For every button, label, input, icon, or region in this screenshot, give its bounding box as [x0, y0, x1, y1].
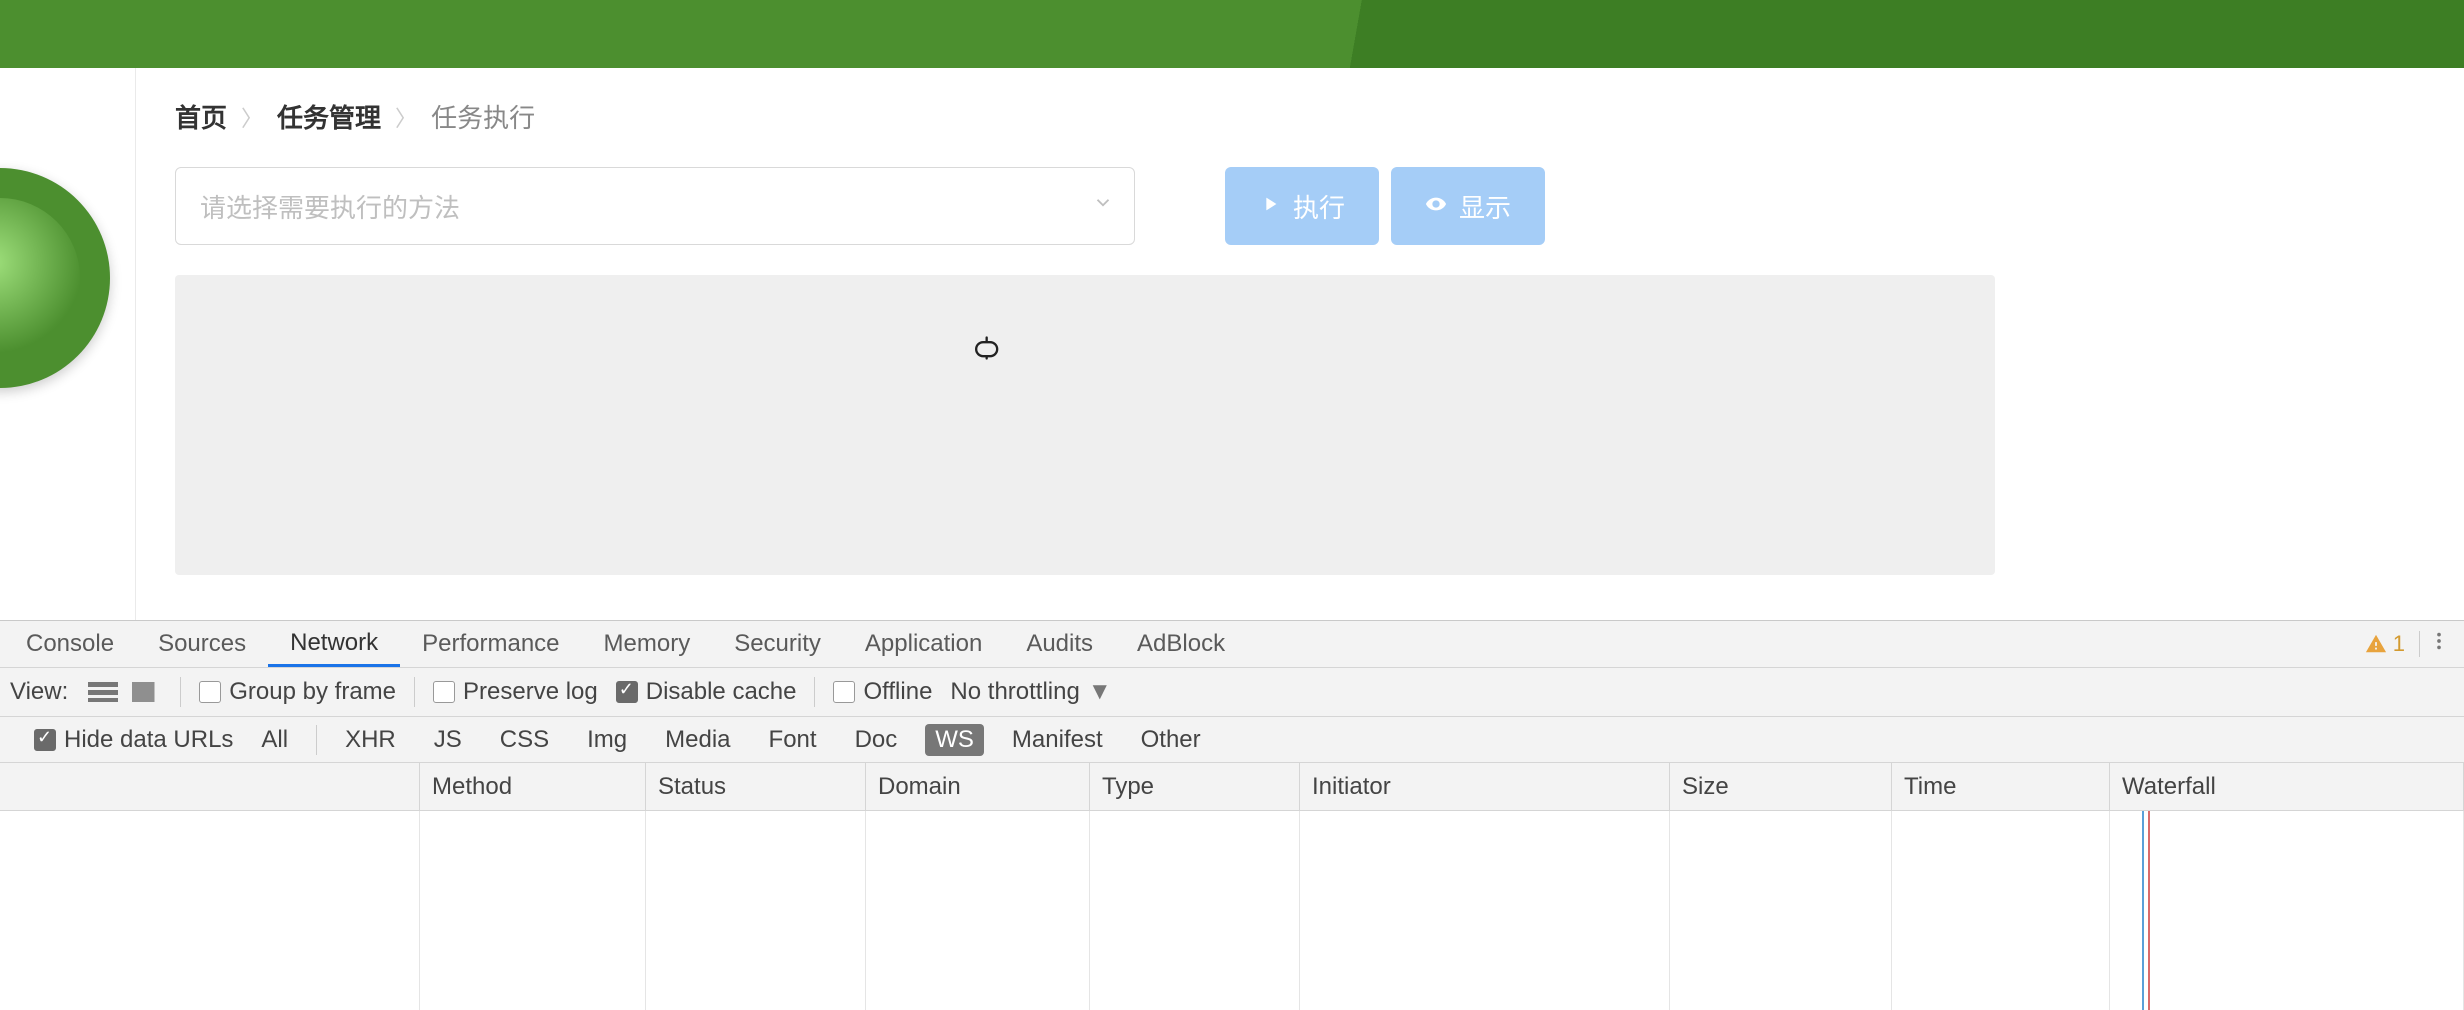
- hide-data-urls-checkbox[interactable]: Hide data URLs: [34, 726, 233, 754]
- filter-font[interactable]: Font: [759, 724, 827, 756]
- filter-img[interactable]: Img: [577, 724, 637, 756]
- col-type[interactable]: Type: [1090, 763, 1300, 810]
- offline-checkbox[interactable]: Offline: [833, 678, 932, 706]
- filter-css[interactable]: CSS: [490, 724, 559, 756]
- play-icon: [1259, 191, 1281, 222]
- more-icon[interactable]: [2428, 630, 2450, 659]
- tab-sources[interactable]: Sources: [136, 621, 268, 667]
- network-table-header: Method Status Domain Type Initiator Size…: [0, 763, 2464, 811]
- breadcrumb-current: 任务执行: [431, 98, 535, 135]
- network-table-body: [0, 811, 2464, 1010]
- waterfall-marker: [2110, 811, 2463, 1010]
- devtools-panel: Console Sources Network Performance Memo…: [0, 620, 2464, 1010]
- tab-security[interactable]: Security: [712, 621, 843, 667]
- col-initiator[interactable]: Initiator: [1300, 763, 1670, 810]
- preserve-log-checkbox[interactable]: Preserve log: [433, 678, 598, 706]
- throttling-value: No throttling: [950, 678, 1079, 706]
- tab-console[interactable]: Console: [4, 621, 136, 667]
- chevron-down-icon: [1092, 192, 1114, 221]
- group-by-frame-label: Group by frame: [229, 678, 396, 706]
- large-view-icon: [132, 682, 162, 702]
- filter-js[interactable]: JS: [424, 724, 472, 756]
- disable-cache-checkbox[interactable]: Disable cache: [616, 678, 797, 706]
- hide-data-urls-label: Hide data URLs: [64, 726, 233, 754]
- tab-network[interactable]: Network: [268, 621, 400, 667]
- avatar: [0, 168, 110, 388]
- divider: [814, 677, 815, 707]
- execute-button-label: 执行: [1293, 188, 1345, 225]
- devtools-filterbar: Hide data URLs All XHR JS CSS Img Media …: [0, 717, 2464, 763]
- disable-cache-label: Disable cache: [646, 678, 797, 706]
- preserve-log-label: Preserve log: [463, 678, 598, 706]
- filter-doc[interactable]: Doc: [845, 724, 908, 756]
- warnings-count: 1: [2393, 631, 2405, 657]
- content-area: 首页 〉 任务管理 〉 任务执行 请选择需要执行的方法 执行: [175, 98, 2434, 575]
- filter-media[interactable]: Media: [655, 724, 740, 756]
- offline-label: Offline: [863, 678, 932, 706]
- col-size[interactable]: Size: [1670, 763, 1892, 810]
- show-button[interactable]: 显示: [1391, 167, 1545, 245]
- execute-button[interactable]: 执行: [1225, 167, 1379, 245]
- divider: [414, 677, 415, 707]
- col-domain[interactable]: Domain: [866, 763, 1090, 810]
- filter-all[interactable]: All: [251, 724, 298, 756]
- avatar-image: [0, 198, 80, 358]
- tab-memory[interactable]: Memory: [582, 621, 713, 667]
- action-buttons: 执行 显示: [1225, 167, 1545, 245]
- breadcrumb-tasks[interactable]: 任务管理: [277, 98, 381, 135]
- filter-manifest[interactable]: Manifest: [1002, 724, 1113, 756]
- method-select-placeholder: 请选择需要执行的方法: [200, 188, 460, 225]
- caret-down-icon: ▼: [1088, 678, 1112, 706]
- sidebar-divider: [135, 68, 136, 620]
- divider: [316, 725, 317, 755]
- throttling-select[interactable]: No throttling ▼: [950, 678, 1111, 706]
- group-by-frame-checkbox[interactable]: Group by frame: [199, 678, 396, 706]
- filter-other[interactable]: Other: [1131, 724, 1211, 756]
- tab-adblock[interactable]: AdBlock: [1115, 621, 1247, 667]
- filter-xhr[interactable]: XHR: [335, 724, 406, 756]
- col-waterfall[interactable]: Waterfall: [2110, 763, 2464, 810]
- breadcrumb: 首页 〉 任务管理 〉 任务执行: [175, 98, 2434, 135]
- chevron-right-icon: 〉: [241, 101, 263, 133]
- col-name[interactable]: [0, 763, 420, 810]
- tab-performance[interactable]: Performance: [400, 621, 581, 667]
- devtools-tabs: Console Sources Network Performance Memo…: [0, 621, 2464, 667]
- eye-icon: [1425, 191, 1447, 222]
- chevron-right-icon: 〉: [395, 101, 417, 133]
- col-time[interactable]: Time: [1892, 763, 2110, 810]
- devtools-toolbar: View: Group by frame Preserve log Disabl…: [0, 667, 2464, 717]
- col-method[interactable]: Method: [420, 763, 646, 810]
- result-panel: [175, 275, 1995, 575]
- network-table: Method Status Domain Type Initiator Size…: [0, 763, 2464, 1010]
- list-view-icon: [88, 682, 118, 702]
- view-label: View:: [10, 678, 68, 706]
- controls-row: 请选择需要执行的方法 执行 显示: [175, 167, 2434, 245]
- method-select[interactable]: 请选择需要执行的方法: [175, 167, 1135, 245]
- col-status[interactable]: Status: [646, 763, 866, 810]
- app-header: [0, 0, 2464, 68]
- warnings-badge[interactable]: 1: [2365, 631, 2420, 657]
- breadcrumb-home[interactable]: 首页: [175, 98, 227, 135]
- view-mode-toggle[interactable]: [88, 682, 162, 702]
- divider: [180, 677, 181, 707]
- main-content: 首页 〉 任务管理 〉 任务执行 请选择需要执行的方法 执行: [0, 68, 2464, 620]
- tab-application[interactable]: Application: [843, 621, 1004, 667]
- filter-ws[interactable]: WS: [925, 724, 984, 756]
- tab-audits[interactable]: Audits: [1004, 621, 1115, 667]
- show-button-label: 显示: [1459, 188, 1511, 225]
